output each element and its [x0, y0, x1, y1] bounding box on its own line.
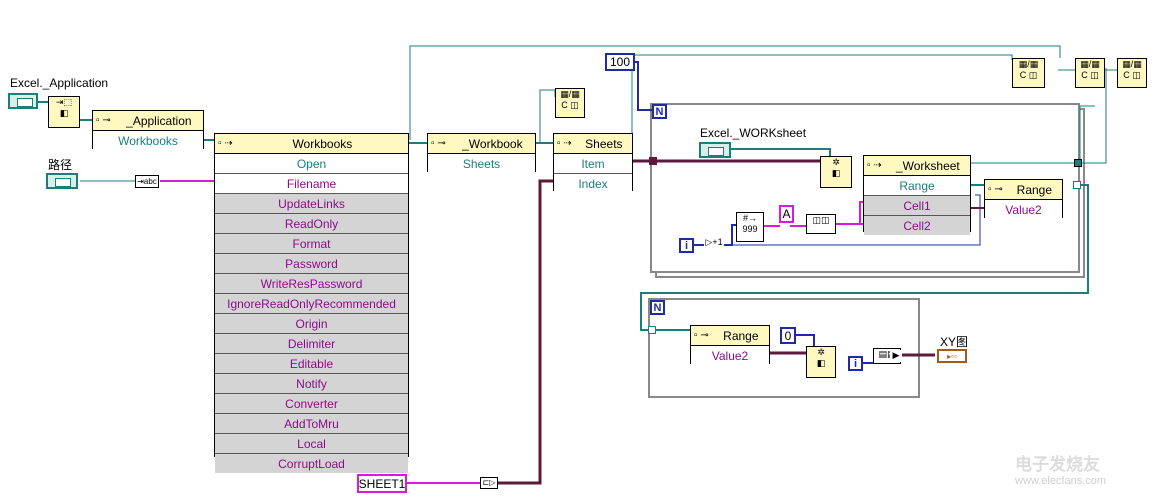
- sheets-invoke-node[interactable]: ▫ ⇢ Sheets Item Index: [553, 133, 633, 193]
- concatenate-strings-icon[interactable]: ◫◫: [806, 214, 836, 234]
- workbooks-delimiter-row[interactable]: Delimiter: [215, 334, 408, 354]
- watermark: 电子发烧友 www.elecfans.com: [1015, 450, 1106, 487]
- excel-application-refnum-control[interactable]: [8, 93, 38, 109]
- close-reference-icon-4[interactable]: ▦/▦ C ◫: [1117, 58, 1147, 88]
- workbooks-node-title: Workbooks: [292, 136, 353, 151]
- worksheet-cell1-row[interactable]: Cell1: [864, 196, 970, 216]
- workbooks-corruptload-row[interactable]: CorruptLoad: [215, 454, 408, 473]
- loop-tunnel-variant: [649, 157, 657, 165]
- loop-tunnel-in: [648, 326, 656, 334]
- letter-a-constant[interactable]: A: [779, 205, 794, 223]
- range-property-node-2[interactable]: ▫ ⊸ Range Value2: [690, 325, 770, 365]
- close-reference-icon-3[interactable]: ▦/▦ C ◫: [1075, 58, 1105, 88]
- loop-tunnel-range: [1073, 181, 1081, 189]
- index-array-icon[interactable]: ▶: [890, 350, 902, 362]
- path-label: 路径: [48, 158, 73, 172]
- loop-tunnel-refnum: [1074, 159, 1082, 167]
- workbooks-local-row[interactable]: Local: [215, 434, 408, 454]
- xy-graph-label: XY图: [940, 335, 969, 349]
- hundred-constant[interactable]: 100: [605, 53, 635, 71]
- sheets-node-title: Sheets: [585, 136, 623, 151]
- string-to-variant-icon[interactable]: ⊏▷: [480, 477, 498, 489]
- workbooks-updatelinks-row[interactable]: UpdateLinks: [215, 194, 408, 214]
- variant-to-data-icon-1[interactable]: ✲ ◧: [820, 156, 852, 188]
- range2-node-title: Range: [723, 328, 759, 343]
- range-property-node-1[interactable]: ▫ ⊸ Range Value2: [984, 179, 1063, 219]
- application-property-node[interactable]: ▫ ⊸ _Application Workbooks: [92, 110, 204, 150]
- sheets-index-row[interactable]: Index: [554, 174, 632, 193]
- workbooks-readonly-row[interactable]: ReadOnly: [215, 214, 408, 234]
- increment-icon[interactable]: ▷+1: [704, 237, 724, 255]
- workbooks-converter-row[interactable]: Converter: [215, 394, 408, 414]
- workbook-sheets-row[interactable]: Sheets: [428, 154, 535, 173]
- workbooks-editable-row[interactable]: Editable: [215, 354, 408, 374]
- watermark-text: 电子发烧友: [1015, 455, 1100, 474]
- excel-application-label: Excel._Application: [10, 76, 109, 90]
- workbooks-addtomru-row[interactable]: AddToMru: [215, 414, 408, 434]
- zero-constant[interactable]: 0: [780, 327, 796, 344]
- loop-count-terminal-1[interactable]: N: [652, 104, 667, 119]
- excel-worksheet-refnum-control[interactable]: [699, 142, 731, 158]
- workbooks-writerespassword-row[interactable]: WriteResPassword: [215, 274, 408, 294]
- path-to-string-icon[interactable]: ⇥abc: [135, 175, 159, 188]
- loop-count-terminal-2[interactable]: N: [650, 300, 665, 315]
- workbooks-ignorereadonly-row[interactable]: IgnoreReadOnlyRecommended: [215, 294, 408, 314]
- automation-open-icon[interactable]: ⇥⬚ ◧: [48, 96, 80, 128]
- worksheet-range-row[interactable]: Range: [864, 176, 970, 196]
- iteration-terminal-1[interactable]: i: [679, 238, 694, 253]
- workbooks-password-row[interactable]: Password: [215, 254, 408, 274]
- workbooks-notify-row[interactable]: Notify: [215, 374, 408, 394]
- application-workbooks-row[interactable]: Workbooks: [93, 131, 203, 150]
- number-to-string-icon[interactable]: #→ 999: [736, 212, 764, 242]
- workbook-node-title: _Workbook: [462, 136, 523, 151]
- workbook-property-node[interactable]: ▫ ⊸ _Workbook Sheets: [427, 133, 536, 173]
- close-reference-icon-2[interactable]: ▦/▦ C ◫: [1012, 58, 1045, 88]
- workbooks-invoke-node[interactable]: ▫ ⇢ Workbooks Open Filename UpdateLinks R…: [214, 133, 409, 473]
- worksheet-cell2-row[interactable]: Cell2: [864, 216, 970, 235]
- workbooks-format-row[interactable]: Format: [215, 234, 408, 254]
- range1-node-title: Range: [1016, 182, 1053, 197]
- workbooks-open-row[interactable]: Open: [215, 154, 408, 174]
- variant-to-data-icon-2[interactable]: ✲ ◧: [806, 346, 836, 378]
- worksheet-invoke-node[interactable]: ▫ ⇢ _Worksheet Range Cell1 Cell2: [863, 155, 971, 235]
- range1-value2-row[interactable]: Value2: [985, 200, 1062, 219]
- sheets-item-row[interactable]: Item: [554, 154, 632, 174]
- excel-worksheet-label: Excel._WORKsheet: [700, 126, 807, 140]
- range2-value2-row[interactable]: Value2: [691, 346, 769, 365]
- watermark-url: www.elecfans.com: [1015, 475, 1107, 487]
- application-node-title: _Application: [126, 113, 192, 128]
- close-reference-icon-1[interactable]: ▦/▦ C ◫: [555, 88, 585, 118]
- worksheet-node-title: _Worksheet: [895, 158, 960, 173]
- wire-layer: [36, 45, 1117, 485]
- workbooks-filename-row[interactable]: Filename: [215, 174, 408, 194]
- path-control[interactable]: [46, 173, 78, 189]
- xy-graph-indicator[interactable]: ▸▫▫: [937, 349, 967, 363]
- sheet1-constant[interactable]: SHEET1: [357, 474, 407, 493]
- iteration-terminal-2[interactable]: i: [848, 356, 863, 371]
- workbooks-origin-row[interactable]: Origin: [215, 314, 408, 334]
